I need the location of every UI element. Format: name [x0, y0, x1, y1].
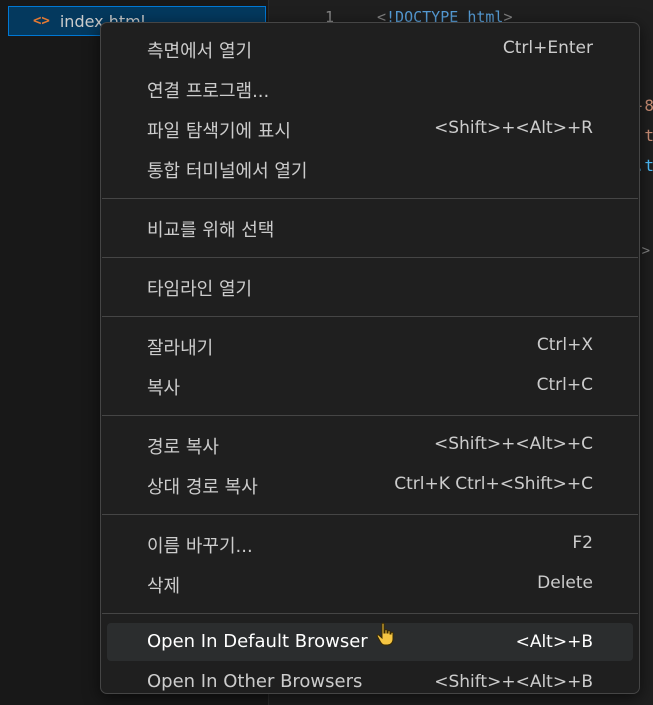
menu-item-label: 삭제 [147, 576, 181, 597]
menu-separator [102, 257, 638, 258]
menu-separator [102, 415, 638, 416]
menu-item-shortcut: Ctrl+C [536, 375, 593, 395]
menu-item[interactable]: 복사 Ctrl+C [107, 366, 633, 404]
html-file-icon: <> [33, 13, 50, 29]
menu-item[interactable]: 상대 경로 복사 Ctrl+K Ctrl+<Shift>+C [107, 465, 633, 503]
hand-pointer-icon [376, 622, 394, 646]
menu-item[interactable]: 통합 터미널에서 열기 [107, 149, 633, 187]
menu-separator [102, 198, 638, 199]
menu-item-label: 복사 [147, 378, 181, 399]
chevron-right-icon: > [641, 243, 650, 259]
menu-item[interactable]: 이름 바꾸기... F2 [107, 524, 633, 562]
context-menu: 측면에서 열기 Ctrl+Enter 연결 프로그램... 파일 탐색기에 표시 <Sh… [100, 22, 640, 694]
menu-item[interactable]: 삭제 Delete [107, 564, 633, 602]
menu-item-label: 통합 터미널에서 열기 [147, 161, 308, 182]
menu-item-shortcut: <Shift>+<Alt>+B [434, 672, 593, 692]
menu-item-shortcut: Ctrl+K Ctrl+<Shift>+C [394, 474, 593, 494]
menu-item-label: 상대 경로 복사 [147, 477, 258, 498]
menu-separator [102, 514, 638, 515]
menu-item-label: 타임라인 열기 [147, 279, 253, 300]
code-fragment: t [644, 126, 653, 145]
menu-item-shortcut: F2 [572, 533, 593, 553]
menu-item-label: Open In Default Browser [147, 631, 368, 652]
menu-item[interactable]: 파일 탐색기에 표시 <Shift>+<Alt>+R [107, 109, 633, 147]
menu-item-label: 경로 복사 [147, 437, 219, 458]
menu-item[interactable]: 연결 프로그램... [107, 69, 633, 107]
menu-item-shortcut: <Shift>+<Alt>+R [434, 118, 593, 138]
menu-item-shortcut: Delete [537, 573, 593, 593]
menu-item-label: 비교를 위해 선택 [147, 220, 275, 241]
menu-item-label: 연결 프로그램... [147, 81, 270, 102]
menu-item[interactable]: 잘라내기 Ctrl+X [107, 326, 633, 364]
menu-separator [102, 316, 638, 317]
menu-item-shortcut: <Alt>+B [515, 632, 593, 652]
menu-item[interactable]: 경로 복사 <Shift>+<Alt>+C [107, 425, 633, 463]
menu-item[interactable]: 비교를 위해 선택 [107, 208, 633, 246]
menu-item[interactable]: Open In Default Browser <Alt>+B [107, 623, 633, 661]
menu-item-label: 잘라내기 [147, 338, 214, 359]
menu-item-label: Open In Other Browsers [147, 671, 363, 692]
menu-separator [102, 613, 638, 614]
menu-item[interactable]: 측면에서 열기 Ctrl+Enter [107, 29, 633, 67]
menu-item-label: 파일 탐색기에 표시 [147, 121, 291, 142]
menu-item-shortcut: <Shift>+<Alt>+C [434, 434, 593, 454]
app-window: <> index.html 1 <!DOCTYPE html> -8 t .t … [0, 0, 653, 705]
menu-item-shortcut: Ctrl+X [536, 335, 593, 355]
menu-item[interactable]: Open In Other Browsers <Shift>+<Alt>+B [107, 663, 633, 701]
menu-item-label: 측면에서 열기 [147, 41, 253, 62]
menu-item[interactable]: 타임라인 열기 [107, 267, 633, 305]
menu-item-shortcut: Ctrl+Enter [502, 38, 593, 58]
menu-item-label: 이름 바꾸기... [147, 536, 253, 557]
